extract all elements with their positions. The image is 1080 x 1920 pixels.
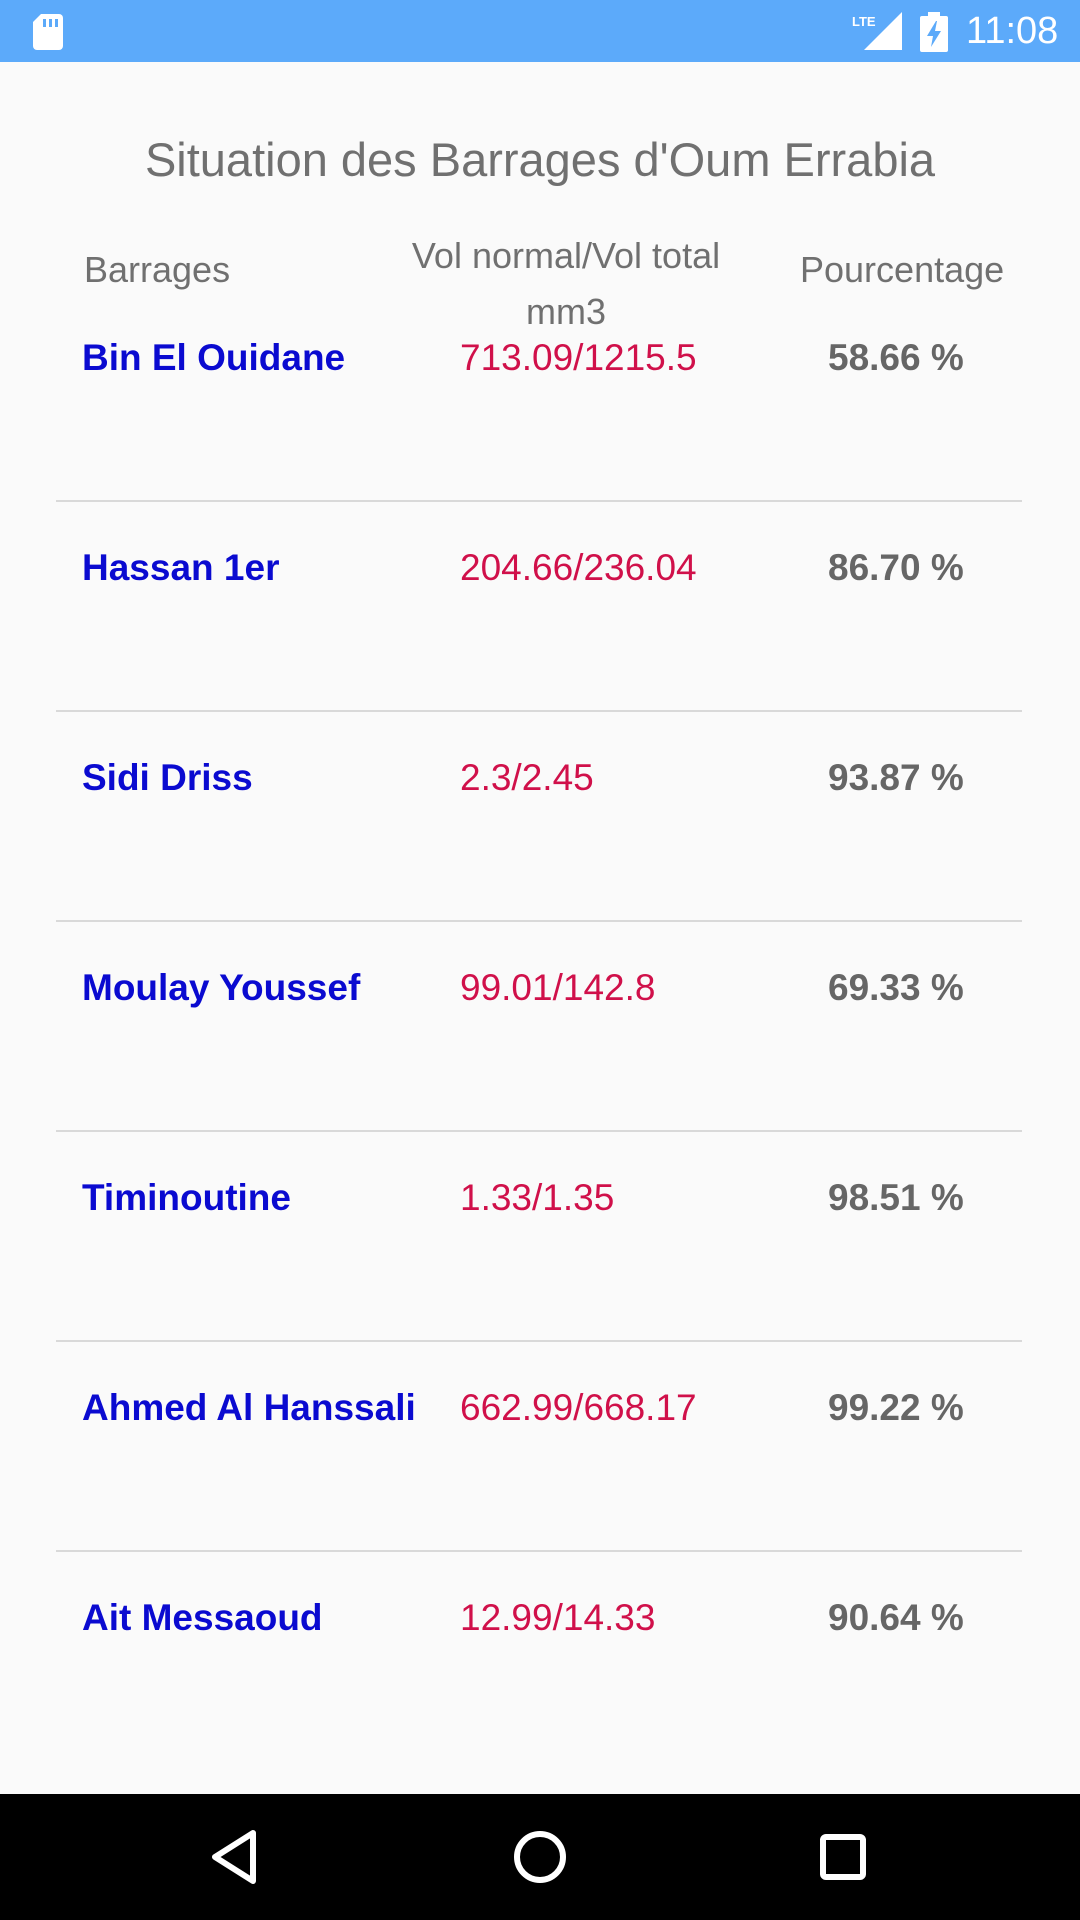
- row-divider: [56, 500, 1022, 502]
- page-title: Situation des Barrages d'Oum Errabia: [144, 133, 936, 186]
- list-item[interactable]: Moulay Youssef 99.01/142.8 69.33 %: [0, 960, 1080, 1170]
- status-time: 11:08: [966, 10, 1059, 52]
- home-circle-icon[interactable]: [510, 1827, 570, 1887]
- dam-percentage: 86.70 %: [828, 547, 964, 588]
- dam-percentage: 98.51 %: [828, 1177, 964, 1218]
- header-volume: Vol normal/Vol total mm3: [380, 228, 752, 340]
- row-divider: [56, 920, 1022, 922]
- header-barrages: Barrages: [84, 249, 231, 290]
- navigation-bar: [0, 1794, 1080, 1920]
- dam-name: Moulay Youssef: [82, 967, 361, 1008]
- dam-percentage: 93.87 %: [828, 757, 964, 798]
- sd-card-icon: [33, 14, 63, 50]
- dam-volume: 2.3/2.45: [460, 757, 594, 798]
- list-item[interactable]: Ait Messaoud 12.99/14.33 90.64 %: [0, 1590, 1080, 1800]
- dam-volume: 713.09/1215.5: [460, 337, 697, 378]
- dam-percentage: 99.22 %: [828, 1387, 964, 1428]
- dam-name: Timinoutine: [82, 1177, 291, 1218]
- row-divider: [56, 1130, 1022, 1132]
- dam-volume: 204.66/236.04: [460, 547, 697, 588]
- list-item[interactable]: Bin El Ouidane 713.09/1215.5 58.66 %: [0, 330, 1080, 540]
- dam-volume: 99.01/142.8: [460, 967, 656, 1008]
- dam-percentage: 69.33 %: [828, 967, 964, 1008]
- battery-charging-icon: [920, 12, 948, 52]
- dam-name: Hassan 1er: [82, 547, 280, 588]
- row-divider: [56, 1340, 1022, 1342]
- list-item[interactable]: Hassan 1er 204.66/236.04 86.70 %: [0, 540, 1080, 750]
- recent-apps-square-icon[interactable]: [813, 1827, 873, 1887]
- dam-percentage: 58.66 %: [828, 337, 964, 378]
- dam-volume: 662.99/668.17: [460, 1387, 697, 1428]
- back-triangle-icon[interactable]: [205, 1827, 265, 1887]
- header-volume-line1: Vol normal/Vol total: [411, 235, 721, 276]
- dam-name: Bin El Ouidane: [82, 337, 346, 378]
- row-divider: [56, 710, 1022, 712]
- list-item[interactable]: Timinoutine 1.33/1.35 98.51 %: [0, 1170, 1080, 1380]
- row-divider: [56, 1550, 1022, 1552]
- dam-name: Ahmed Al Hanssali: [82, 1387, 416, 1428]
- screen: LTE 11:08 Situation des Barrages d'Oum E…: [0, 0, 1080, 1920]
- dam-list: Bin El Ouidane 713.09/1215.5 58.66 % Has…: [0, 330, 1080, 1800]
- list-item[interactable]: Sidi Driss 2.3/2.45 93.87 %: [0, 750, 1080, 960]
- header-percentage: Pourcentage: [800, 249, 1005, 290]
- dam-name: Ait Messaoud: [82, 1597, 323, 1638]
- dam-percentage: 90.64 %: [828, 1597, 964, 1638]
- status-bar: LTE 11:08: [0, 0, 1080, 62]
- network-label: LTE: [852, 14, 876, 29]
- dam-volume: 12.99/14.33: [460, 1597, 656, 1638]
- list-item[interactable]: Ahmed Al Hanssali 662.99/668.17 99.22 %: [0, 1380, 1080, 1590]
- dam-name: Sidi Driss: [82, 757, 253, 798]
- lte-signal-icon: LTE: [852, 12, 902, 50]
- dam-volume: 1.33/1.35: [460, 1177, 615, 1218]
